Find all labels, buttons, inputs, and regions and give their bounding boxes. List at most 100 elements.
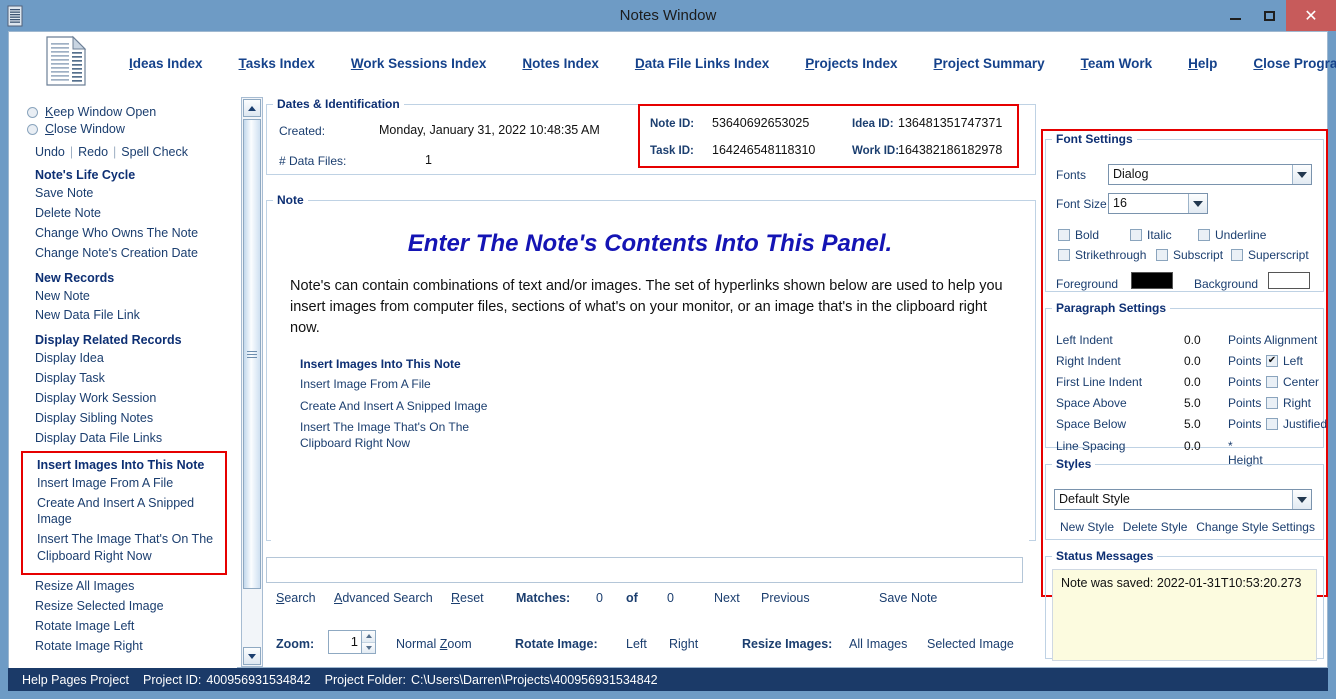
checkbox-label: Right [1283,396,1311,410]
row-value[interactable]: 0.0 [1184,439,1201,453]
scroll-down-button[interactable] [243,647,261,665]
sidebar-item-insert-clipboard-image[interactable]: Insert The Image That's On The Clipboard… [37,531,227,565]
note-link-insert-snipped[interactable]: Create And Insert A Snipped Image [300,399,1028,415]
sidebar-item-display-idea[interactable]: Display Idea [35,350,237,367]
new-style-button[interactable]: New Style [1060,520,1114,534]
next-button[interactable]: Next [714,591,740,605]
sidebar-item-change-creation-date[interactable]: Change Note's Creation Date [35,245,237,262]
zoom-decrement-button[interactable] [362,643,375,654]
radio-align-justified[interactable]: Justified [1266,417,1327,431]
matches-total: 0 [667,591,674,605]
sidebar-item-delete-note[interactable]: Delete Note [35,205,237,222]
nav-item-rojects-index[interactable]: Projects Index [805,56,897,71]
checkbox-underline[interactable]: Underline [1198,228,1266,242]
style-select[interactable]: Default Style [1054,489,1312,510]
radio-keep-window-open[interactable]: Keep Window Open [27,105,237,119]
row-space-below: Space Below 5.0 Points [1056,417,1256,438]
row-value[interactable]: 0.0 [1184,354,1201,368]
rotate-right-button[interactable]: Right [669,637,698,651]
chevron-down-icon[interactable] [1188,194,1207,213]
sidebar-item-rotate-image-left[interactable]: Rotate Image Left [35,618,237,635]
background-color-swatch[interactable] [1268,272,1310,289]
save-note-button[interactable]: Save Note [879,591,937,605]
sidebar-item-rotate-image-right[interactable]: Rotate Image Right [35,638,237,655]
note-group: Note Enter The Note's Contents Into This… [266,193,1036,541]
chevron-down-icon[interactable] [1292,490,1311,509]
row-value[interactable]: 5.0 [1184,417,1201,431]
nav-item-roject-summary[interactable]: Project Summary [934,56,1045,71]
search-input[interactable] [266,557,1023,583]
checkbox-icon [1156,249,1168,261]
zoom-value[interactable]: 1 [329,631,361,653]
row-value[interactable]: 0.0 [1184,333,1201,347]
sidebar-item-new-note[interactable]: New Note [35,288,237,305]
sidebar-item-save-note[interactable]: Save Note [35,185,237,202]
note-editor[interactable]: Enter The Note's Contents Into This Pane… [271,212,1029,544]
foreground-color-swatch[interactable] [1131,272,1173,289]
checkbox-bold[interactable]: Bold [1058,228,1099,242]
sidebar-item-display-task[interactable]: Display Task [35,370,237,387]
sidebar-item-change-owner[interactable]: Change Who Owns The Note [35,225,237,242]
checkbox-italic[interactable]: Italic [1130,228,1172,242]
note-link-insert-clipboard[interactable]: Insert The Image That's On The Clipboard… [300,420,480,451]
sidebar-item-resize-all-images[interactable]: Resize All Images [35,578,237,595]
scrollbar-thumb[interactable] [243,119,261,589]
chevron-down-icon[interactable] [1292,165,1311,184]
checkbox-subscript[interactable]: Subscript [1156,248,1223,262]
close-button[interactable]: ✕ [1286,0,1336,31]
idea-id-value: 136481351747371 [898,116,1002,130]
font-family-select[interactable]: Dialog [1108,164,1312,185]
resize-all-images-button[interactable]: All Images [849,637,907,651]
nav-item-otes-index[interactable]: Notes Index [522,56,599,71]
maximize-button[interactable] [1252,0,1286,31]
advanced-search-button[interactable]: Advanced Search [334,591,433,605]
checkbox-icon [1266,418,1278,430]
checkbox-icon [1266,376,1278,388]
row-value[interactable]: 5.0 [1184,396,1201,410]
sidebar-item-insert-snipped-image[interactable]: Create And Insert A Snipped Image [37,495,225,529]
radio-close-window[interactable]: Close Window [27,122,237,136]
sidebar-item-insert-image-from-file[interactable]: Insert Image From A File [37,475,225,492]
edit-actions-row: Undo | Redo | Spell Check [35,145,237,159]
sidebar-item-resize-selected-image[interactable]: Resize Selected Image [35,598,237,615]
row-value[interactable]: 0.0 [1184,375,1201,389]
sidebar-item-display-sibling-notes[interactable]: Display Sibling Notes [35,410,237,427]
checkbox-superscript[interactable]: Superscript [1231,248,1309,262]
checkbox-strikethrough[interactable]: Strikethrough [1058,248,1146,262]
spell-check-link[interactable]: Spell Check [121,145,188,159]
zoom-stepper[interactable]: 1 [328,630,376,654]
nav-item-ork-sessions-index[interactable]: Work Sessions Index [351,56,487,71]
radio-align-right[interactable]: Right [1266,396,1311,410]
font-size-select[interactable]: 16 [1108,193,1208,214]
search-button[interactable]: Search [276,591,316,605]
redo-link[interactable]: Redo [78,145,108,159]
sidebar-item-display-data-file-links[interactable]: Display Data File Links [35,430,237,447]
sidebar-item-new-data-file-link[interactable]: New Data File Link [35,307,237,324]
nav-item-elp[interactable]: Help [1188,56,1217,71]
sidebar-item-display-work-session[interactable]: Display Work Session [35,390,237,407]
rotate-left-button[interactable]: Left [626,637,647,651]
nav-item-deas-index[interactable]: Ideas Index [129,56,203,71]
note-link-insert-from-file[interactable]: Insert Image From A File [300,377,1028,393]
sidebar-heading-insert-images: Insert Images Into This Note [37,458,225,472]
minimize-button[interactable] [1218,0,1252,31]
nav-item-eam-work[interactable]: Team Work [1081,56,1153,71]
reset-button[interactable]: Reset [451,591,484,605]
change-style-settings-button[interactable]: Change Style Settings [1196,520,1315,534]
scroll-up-button[interactable] [243,99,261,117]
sidebar-scrollbar[interactable] [241,97,263,667]
radio-align-left[interactable]: ✔ Left [1266,354,1303,368]
center-panel: Dates & Identification Created: Monday, … [266,97,1036,667]
nav-item-lose-program[interactable]: Close Program [1253,56,1336,71]
delete-style-button[interactable]: Delete Style [1123,520,1188,534]
normal-zoom-button[interactable]: Normal Zoom [396,637,472,651]
nav-item-ata-file-links-index[interactable]: Data File Links Index [635,56,769,71]
radio-align-center[interactable]: Center [1266,375,1319,389]
nav-item-asks-index[interactable]: Tasks Index [239,56,315,71]
resize-selected-image-button[interactable]: Selected Image [927,637,1014,651]
undo-link[interactable]: Undo [35,145,65,159]
previous-button[interactable]: Previous [761,591,810,605]
checkbox-label: Left [1283,354,1303,368]
radio-label: Close Window [45,122,125,136]
zoom-increment-button[interactable] [362,631,375,643]
